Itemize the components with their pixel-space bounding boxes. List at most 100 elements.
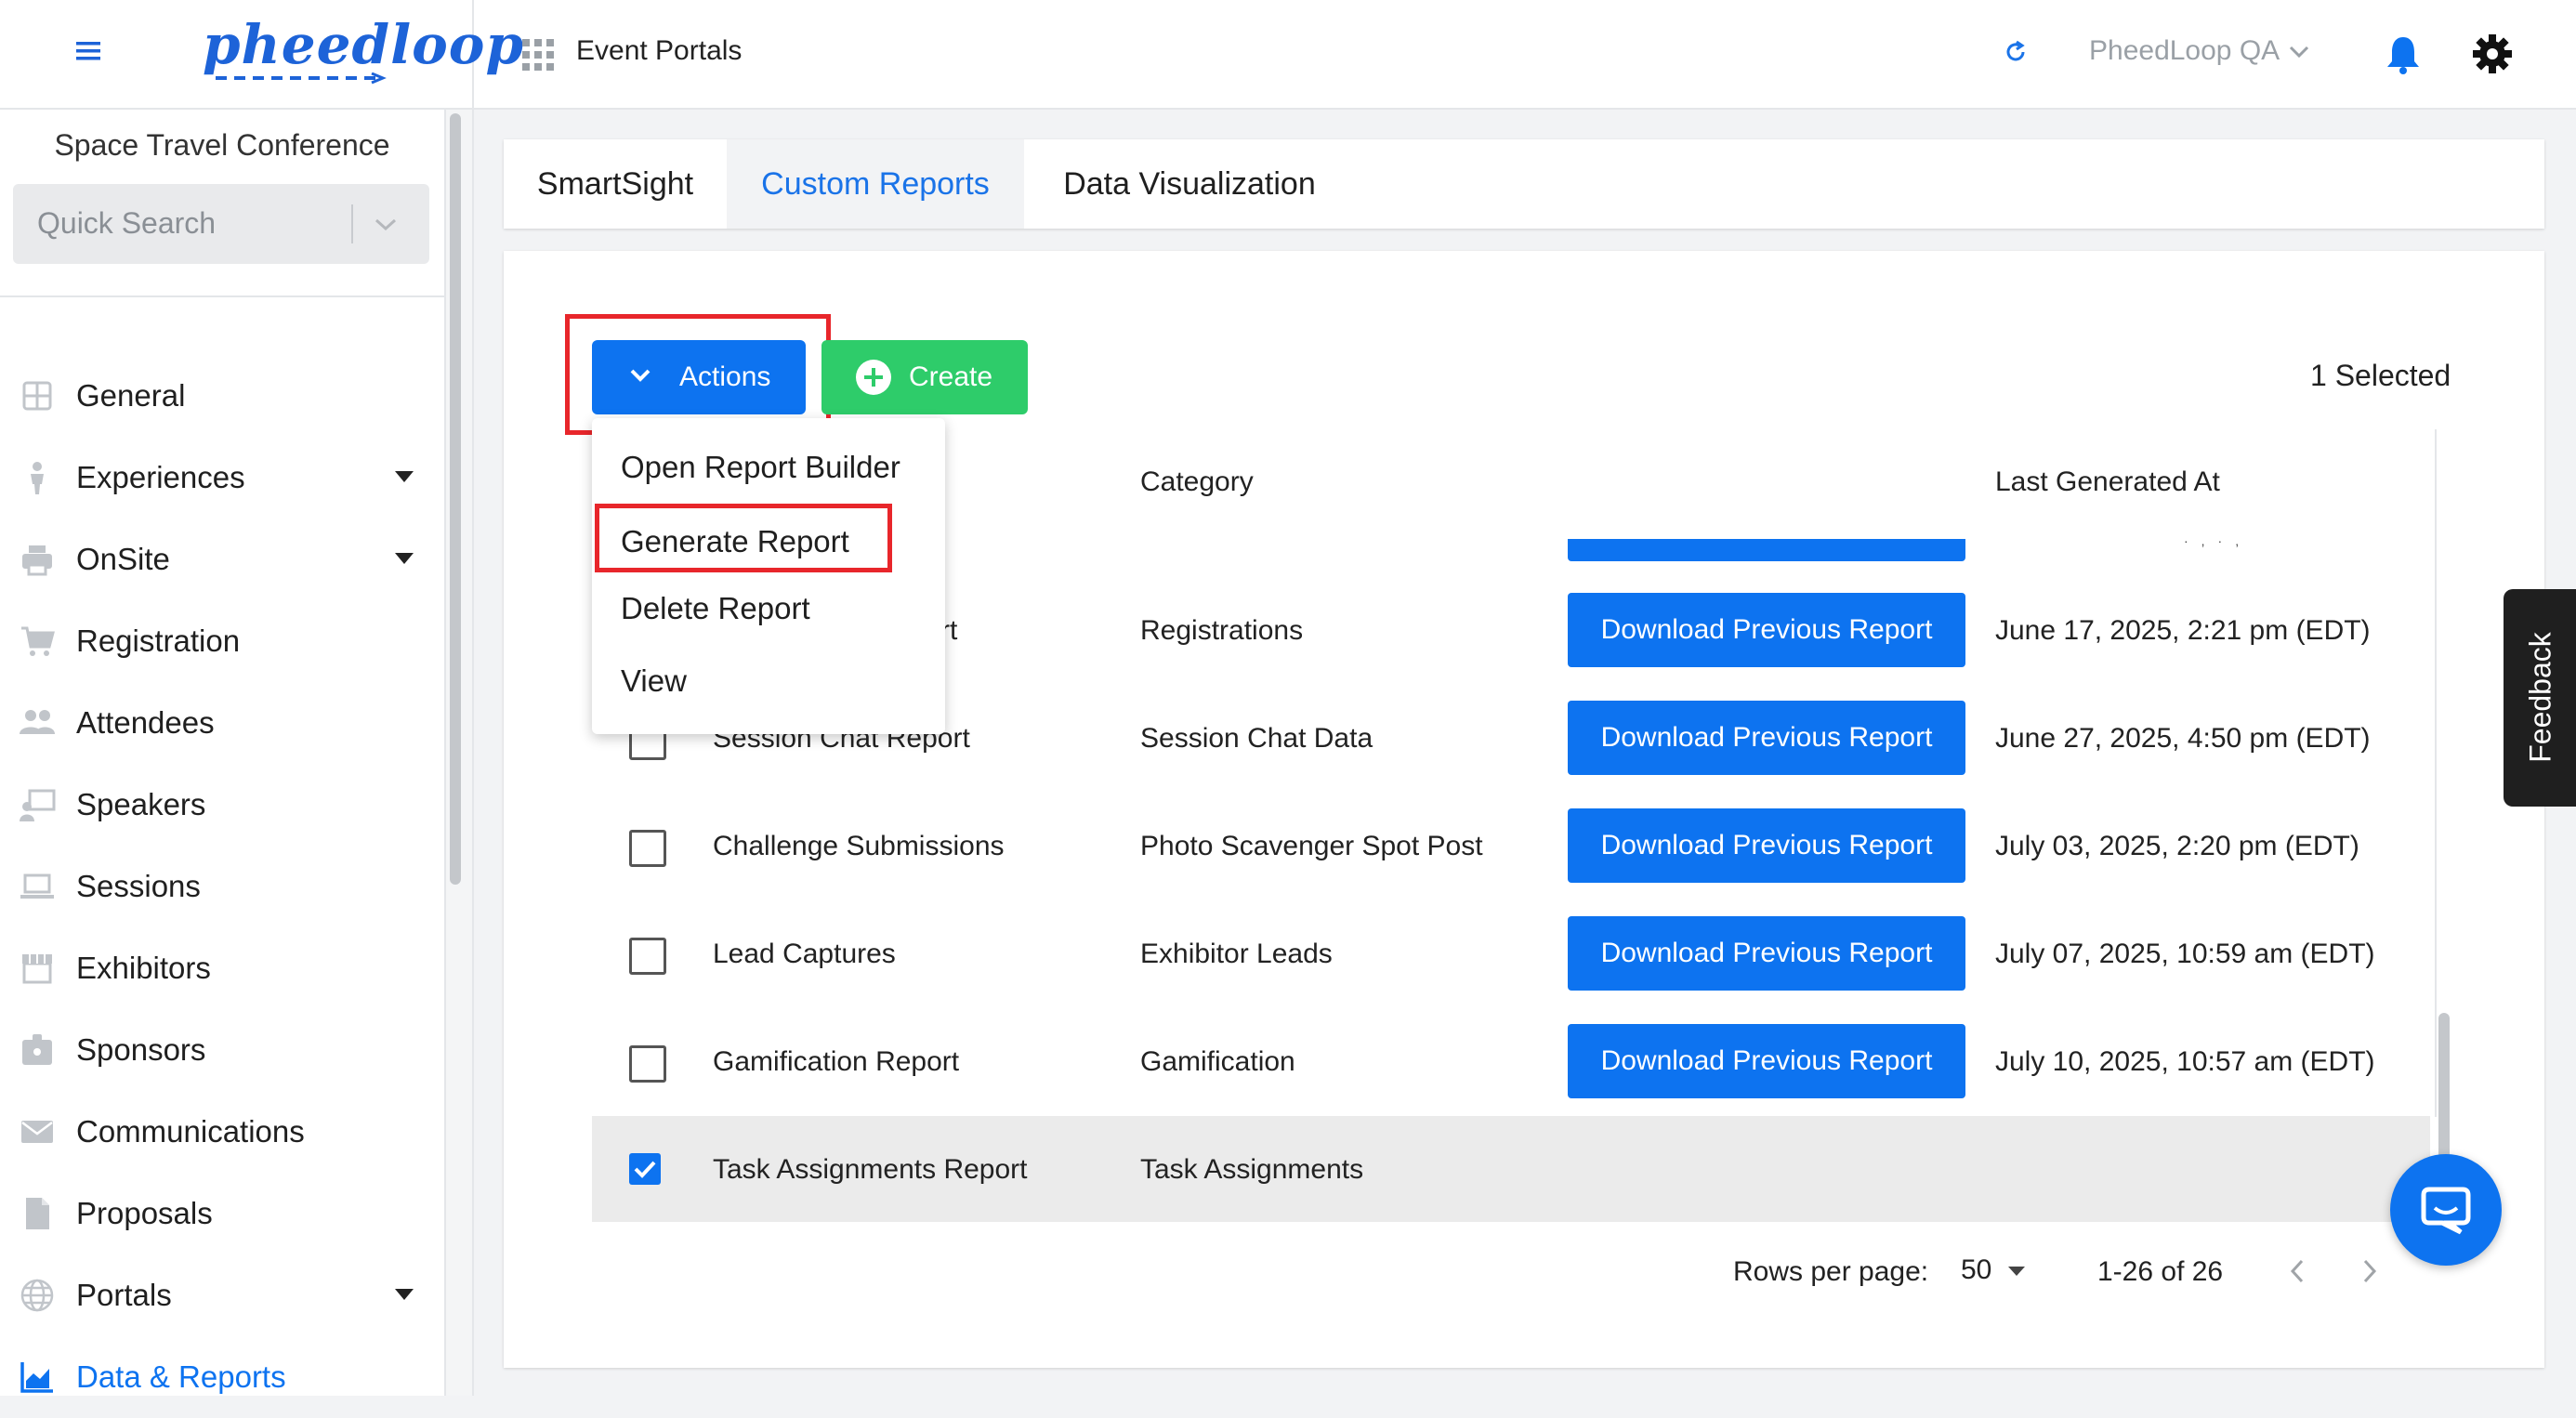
sidebar-scroll-thumb[interactable] bbox=[450, 113, 461, 885]
sidebar-item-label: Exhibitors bbox=[76, 951, 211, 985]
menu-item-generate-report[interactable]: Generate Report bbox=[621, 524, 849, 559]
report-name: Lead Captures bbox=[713, 939, 896, 969]
logo-cell: pheedloop bbox=[0, 0, 523, 108]
storefront-icon bbox=[19, 950, 56, 987]
download-previous-report-button[interactable] bbox=[1568, 539, 1965, 561]
sidebar-item-sessions[interactable]: Sessions bbox=[0, 846, 444, 927]
sidebar-item-data-reports[interactable]: Data & Reports bbox=[0, 1336, 444, 1418]
menu-item-view[interactable]: View bbox=[621, 663, 687, 699]
tab-custom-reports[interactable]: Custom Reports bbox=[727, 139, 1024, 229]
sidebar-item-label: Experiences bbox=[76, 460, 245, 494]
chevron-down-icon[interactable] bbox=[374, 217, 398, 232]
sidebar-item-label: General bbox=[76, 378, 186, 413]
actions-button[interactable]: Actions bbox=[592, 340, 806, 414]
rows-per-page-label: Rows per page: bbox=[1733, 1256, 1929, 1287]
clipped-date-text: ·,·, bbox=[2184, 533, 2253, 548]
sidebar-item-label: Sessions bbox=[76, 869, 201, 903]
sidebar-item-sponsors[interactable]: Sponsors bbox=[0, 1009, 444, 1091]
logo-swoosh bbox=[212, 72, 388, 85]
sidebar: Space Travel Conference Quick Search Gen… bbox=[0, 110, 446, 1396]
sidebar-item-label: Speakers bbox=[76, 787, 206, 821]
sidebar-item-label: Sponsors bbox=[76, 1032, 206, 1067]
gear-icon[interactable] bbox=[2472, 33, 2513, 74]
quick-search-input[interactable]: Quick Search bbox=[13, 184, 429, 264]
download-previous-report-button[interactable]: Download Previous Report bbox=[1568, 701, 1965, 775]
chevron-down-icon[interactable] bbox=[2288, 45, 2310, 59]
sidebar-item-label: Communications bbox=[76, 1114, 305, 1149]
bell-icon[interactable] bbox=[2385, 33, 2422, 74]
cart-icon bbox=[19, 623, 56, 660]
laptop-icon bbox=[19, 868, 56, 905]
last-generated: July 03, 2025, 2:20 pm (EDT) bbox=[1995, 831, 2359, 861]
last-generated: July 10, 2025, 10:57 am (EDT) bbox=[1995, 1046, 2375, 1077]
quick-search-placeholder: Quick Search bbox=[37, 206, 217, 240]
sidebar-item-exhibitors[interactable]: Exhibitors bbox=[0, 927, 444, 1009]
sidebar-item-label: Attendees bbox=[76, 705, 215, 740]
chat-support-button[interactable] bbox=[2390, 1154, 2502, 1266]
sidebar-item-label: OnSite bbox=[76, 542, 170, 576]
report-name: Gamification Report bbox=[713, 1046, 960, 1077]
sidebar-item-onsite[interactable]: OnSite bbox=[0, 519, 444, 600]
globe-icon bbox=[19, 1277, 56, 1314]
hamburger-icon[interactable] bbox=[76, 41, 100, 61]
people-icon bbox=[19, 704, 56, 742]
sidebar-item-speakers[interactable]: Speakers bbox=[0, 764, 444, 846]
menu-item-open-report-builder[interactable]: Open Report Builder bbox=[621, 450, 900, 485]
download-previous-report-button[interactable]: Download Previous Report bbox=[1568, 1024, 1965, 1098]
menu-item-delete-report[interactable]: Delete Report bbox=[621, 591, 810, 626]
caret-down-icon[interactable] bbox=[394, 552, 414, 565]
refresh-icon[interactable] bbox=[2003, 39, 2029, 65]
account-switcher[interactable]: PheedLoop QA bbox=[2089, 35, 2280, 67]
sidebar-item-portals[interactable]: Portals bbox=[0, 1254, 444, 1336]
section-title: Event Portals bbox=[576, 35, 743, 66]
row-checkbox-checked[interactable] bbox=[629, 1153, 661, 1185]
report-category: Task Assignments bbox=[1140, 1154, 1364, 1185]
chevron-down-icon bbox=[629, 368, 651, 383]
pheedloop-logo[interactable]: pheedloop bbox=[203, 13, 524, 76]
download-previous-report-button[interactable]: Download Previous Report bbox=[1568, 593, 1965, 667]
sidebar-item-label: Portals bbox=[76, 1278, 172, 1312]
create-button[interactable]: Create bbox=[821, 340, 1028, 414]
sidebar-item-communications[interactable]: Communications bbox=[0, 1091, 444, 1173]
presenter-icon bbox=[19, 786, 56, 823]
last-generated: June 17, 2025, 2:21 pm (EDT) bbox=[1995, 615, 2371, 646]
sidebar-divider bbox=[0, 295, 444, 297]
check-icon bbox=[634, 1161, 656, 1178]
plus-circle-icon bbox=[855, 359, 892, 396]
search-divider bbox=[351, 204, 353, 243]
chevron-left-icon[interactable] bbox=[2288, 1258, 2307, 1284]
printer-icon bbox=[19, 541, 56, 578]
chart-icon bbox=[19, 1359, 56, 1396]
caret-down-icon[interactable] bbox=[394, 1288, 414, 1301]
sidebar-item-registration[interactable]: Registration bbox=[0, 600, 444, 682]
download-previous-report-button[interactable]: Download Previous Report bbox=[1568, 808, 1965, 883]
report-category: Exhibitor Leads bbox=[1140, 939, 1333, 969]
grid-icon[interactable] bbox=[522, 39, 554, 71]
sidebar-item-experiences[interactable]: Experiences bbox=[0, 437, 444, 519]
sidebar-item-attendees[interactable]: Attendees bbox=[0, 682, 444, 764]
caret-down-icon[interactable] bbox=[394, 470, 414, 483]
event-name: Space Travel Conference bbox=[54, 128, 390, 162]
chevron-right-icon[interactable] bbox=[2360, 1258, 2379, 1284]
sidebar-scrollbar[interactable] bbox=[446, 110, 474, 1396]
download-previous-report-button[interactable]: Download Previous Report bbox=[1568, 916, 1965, 991]
feedback-label: Feedback bbox=[2523, 632, 2557, 763]
row-checkbox[interactable] bbox=[629, 1045, 666, 1083]
feedback-tab[interactable]: Feedback bbox=[2504, 589, 2576, 807]
header-last-generated[interactable]: Last Generated At bbox=[1995, 466, 2220, 498]
last-generated: July 07, 2025, 10:59 am (EDT) bbox=[1995, 939, 2375, 969]
sidebar-item-label: Registration bbox=[76, 624, 241, 658]
caret-down-icon[interactable] bbox=[2007, 1266, 2026, 1277]
badge-icon bbox=[19, 1031, 56, 1069]
table-scroll-thumb[interactable] bbox=[2438, 1013, 2450, 1162]
tab-smartsight[interactable]: SmartSight bbox=[504, 139, 727, 229]
tab-data-visualization[interactable]: Data Visualization bbox=[1024, 139, 1355, 229]
row-checkbox[interactable] bbox=[629, 938, 666, 975]
rows-per-page-select[interactable]: 50 bbox=[1961, 1254, 1991, 1286]
header-category[interactable]: Category bbox=[1140, 466, 1254, 498]
sidebar-item-label: Data & Reports bbox=[76, 1359, 286, 1394]
sidebar-item-general[interactable]: General bbox=[0, 355, 444, 437]
report-category: Photo Scavenger Spot Post bbox=[1140, 831, 1483, 861]
sidebar-item-proposals[interactable]: Proposals bbox=[0, 1173, 444, 1254]
row-checkbox[interactable] bbox=[629, 830, 666, 867]
